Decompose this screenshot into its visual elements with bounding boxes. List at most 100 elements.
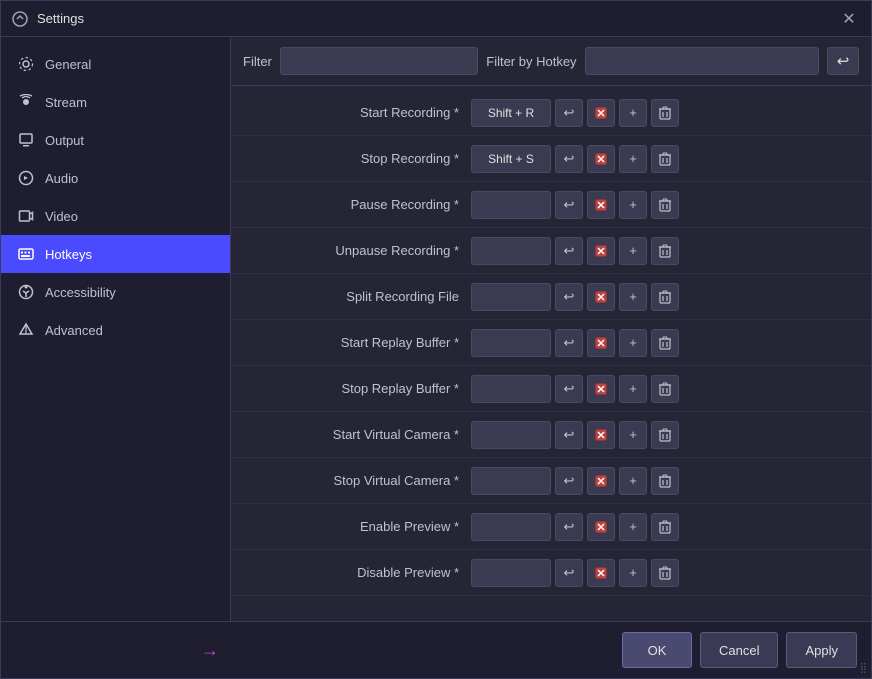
hotkey-name: Enable Preview *	[231, 519, 471, 534]
hotkey-clear-button[interactable]	[587, 329, 615, 357]
hotkey-delete-button[interactable]	[651, 421, 679, 449]
hotkey-value-button[interactable]	[471, 513, 551, 541]
hotkey-undo-button[interactable]: ↩	[555, 375, 583, 403]
hotkey-row: Stop Virtual Camera *↩+	[231, 458, 871, 504]
output-icon	[17, 131, 35, 149]
hotkey-value-button[interactable]	[471, 283, 551, 311]
hotkey-clear-button[interactable]	[587, 421, 615, 449]
hotkey-row: Enable Preview *↩+	[231, 504, 871, 550]
filter-input[interactable]	[280, 47, 478, 75]
hotkey-delete-button[interactable]	[651, 99, 679, 127]
hotkey-add-button[interactable]: +	[619, 191, 647, 219]
hotkey-add-button[interactable]: +	[619, 145, 647, 173]
accessibility-icon	[17, 283, 35, 301]
hotkey-clear-button[interactable]	[587, 145, 615, 173]
hotkey-add-button[interactable]: +	[619, 99, 647, 127]
hotkey-row: Start Recording *Shift + R↩ +	[231, 90, 871, 136]
hotkey-delete-button[interactable]	[651, 145, 679, 173]
hotkey-undo-button[interactable]: ↩	[555, 191, 583, 219]
hotkey-undo-button[interactable]: ↩	[555, 145, 583, 173]
hotkey-row: Disable Preview *↩+	[231, 550, 871, 596]
hotkey-undo-button[interactable]: ↩	[555, 99, 583, 127]
hotkey-row: Split Recording File↩+	[231, 274, 871, 320]
sidebar-item-stream[interactable]: Stream	[1, 83, 230, 121]
hotkey-add-button[interactable]: +	[619, 329, 647, 357]
hotkey-clear-button[interactable]	[587, 559, 615, 587]
hotkey-clear-button[interactable]	[587, 375, 615, 403]
hotkey-clear-button[interactable]	[587, 99, 615, 127]
sidebar-label-output: Output	[45, 133, 84, 148]
hotkey-delete-button[interactable]	[651, 329, 679, 357]
sidebar-item-advanced[interactable]: Advanced	[1, 311, 230, 349]
sidebar-item-video[interactable]: Video	[1, 197, 230, 235]
hotkey-value-button[interactable]	[471, 237, 551, 265]
hotkey-add-button[interactable]: +	[619, 375, 647, 403]
hotkey-value-button[interactable]: Shift + S	[471, 145, 551, 173]
general-icon	[17, 55, 35, 73]
hotkey-undo-button[interactable]: ↩	[555, 237, 583, 265]
hotkey-add-button[interactable]: +	[619, 421, 647, 449]
window-title: Settings	[37, 11, 837, 26]
hotkey-delete-button[interactable]	[651, 559, 679, 587]
hotkey-clear-button[interactable]	[587, 191, 615, 219]
hotkey-delete-button[interactable]	[651, 467, 679, 495]
sidebar-item-accessibility[interactable]: Accessibility	[1, 273, 230, 311]
hotkey-delete-button[interactable]	[651, 283, 679, 311]
hotkey-clear-button[interactable]	[587, 283, 615, 311]
filter-back-button[interactable]: ↩	[827, 47, 859, 75]
ok-button[interactable]: OK	[622, 632, 692, 668]
hotkey-delete-button[interactable]	[651, 513, 679, 541]
close-button[interactable]: ✕	[837, 7, 861, 31]
hotkey-row: Stop Replay Buffer *↩+	[231, 366, 871, 412]
hotkey-clear-button[interactable]	[587, 237, 615, 265]
sidebar-item-audio[interactable]: Audio	[1, 159, 230, 197]
hotkey-row: Stop Recording *Shift + S↩+	[231, 136, 871, 182]
hotkey-value-button[interactable]: Shift + R	[471, 99, 551, 127]
hotkey-clear-button[interactable]	[587, 513, 615, 541]
apply-button[interactable]: Apply	[786, 632, 857, 668]
hotkey-add-button[interactable]: +	[619, 559, 647, 587]
hotkey-value-button[interactable]	[471, 191, 551, 219]
arrow-hint: →	[201, 640, 219, 661]
hotkey-name: Pause Recording *	[231, 197, 471, 212]
hotkey-name: Start Recording *	[231, 105, 471, 120]
hotkey-undo-button[interactable]: ↩	[555, 467, 583, 495]
window-icon	[11, 10, 29, 28]
hotkey-row: Unpause Recording *↩+	[231, 228, 871, 274]
hotkey-name: Start Replay Buffer *	[231, 335, 471, 350]
filter-bar: Filter Filter by Hotkey ↩	[231, 37, 871, 86]
stream-icon	[17, 93, 35, 111]
hotkey-value-button[interactable]	[471, 375, 551, 403]
hotkey-add-button[interactable]: +	[619, 467, 647, 495]
hotkey-add-button[interactable]: +	[619, 513, 647, 541]
hotkey-delete-button[interactable]	[651, 191, 679, 219]
hotkey-value-button[interactable]	[471, 329, 551, 357]
hotkey-undo-button[interactable]: ↩	[555, 513, 583, 541]
hotkey-binding: ↩+	[471, 191, 859, 219]
filter-hotkey-input[interactable]	[585, 47, 819, 75]
hotkey-value-button[interactable]	[471, 559, 551, 587]
hotkey-undo-button[interactable]: ↩	[555, 283, 583, 311]
hotkey-value-button[interactable]	[471, 467, 551, 495]
hotkey-binding: ↩+	[471, 467, 859, 495]
hotkey-clear-button[interactable]	[587, 467, 615, 495]
hotkey-add-button[interactable]: +	[619, 237, 647, 265]
hotkey-undo-button[interactable]: ↩	[555, 559, 583, 587]
hotkey-delete-button[interactable]	[651, 375, 679, 403]
sidebar: GeneralStream Output AudioVideoHotkeys Acce…	[1, 37, 231, 621]
hotkey-undo-button[interactable]: ↩	[555, 421, 583, 449]
sidebar-label-accessibility: Accessibility	[45, 285, 116, 300]
hotkey-undo-button[interactable]: ↩	[555, 329, 583, 357]
hotkey-row: Start Replay Buffer * ↩ +	[231, 320, 871, 366]
cancel-button[interactable]: Cancel	[700, 632, 778, 668]
sidebar-item-hotkeys[interactable]: Hotkeys	[1, 235, 230, 273]
sidebar-item-general[interactable]: General	[1, 45, 230, 83]
sidebar-item-output[interactable]: Output	[1, 121, 230, 159]
hotkey-delete-button[interactable]	[651, 237, 679, 265]
hotkey-binding: Shift + R↩ +	[471, 99, 859, 127]
hotkeys-list: Start Recording *Shift + R↩+Stop Recordi…	[231, 86, 871, 621]
hotkey-add-button[interactable]: +	[619, 283, 647, 311]
hotkey-binding: ↩+	[471, 513, 859, 541]
video-icon	[17, 207, 35, 225]
hotkey-value-button[interactable]	[471, 421, 551, 449]
